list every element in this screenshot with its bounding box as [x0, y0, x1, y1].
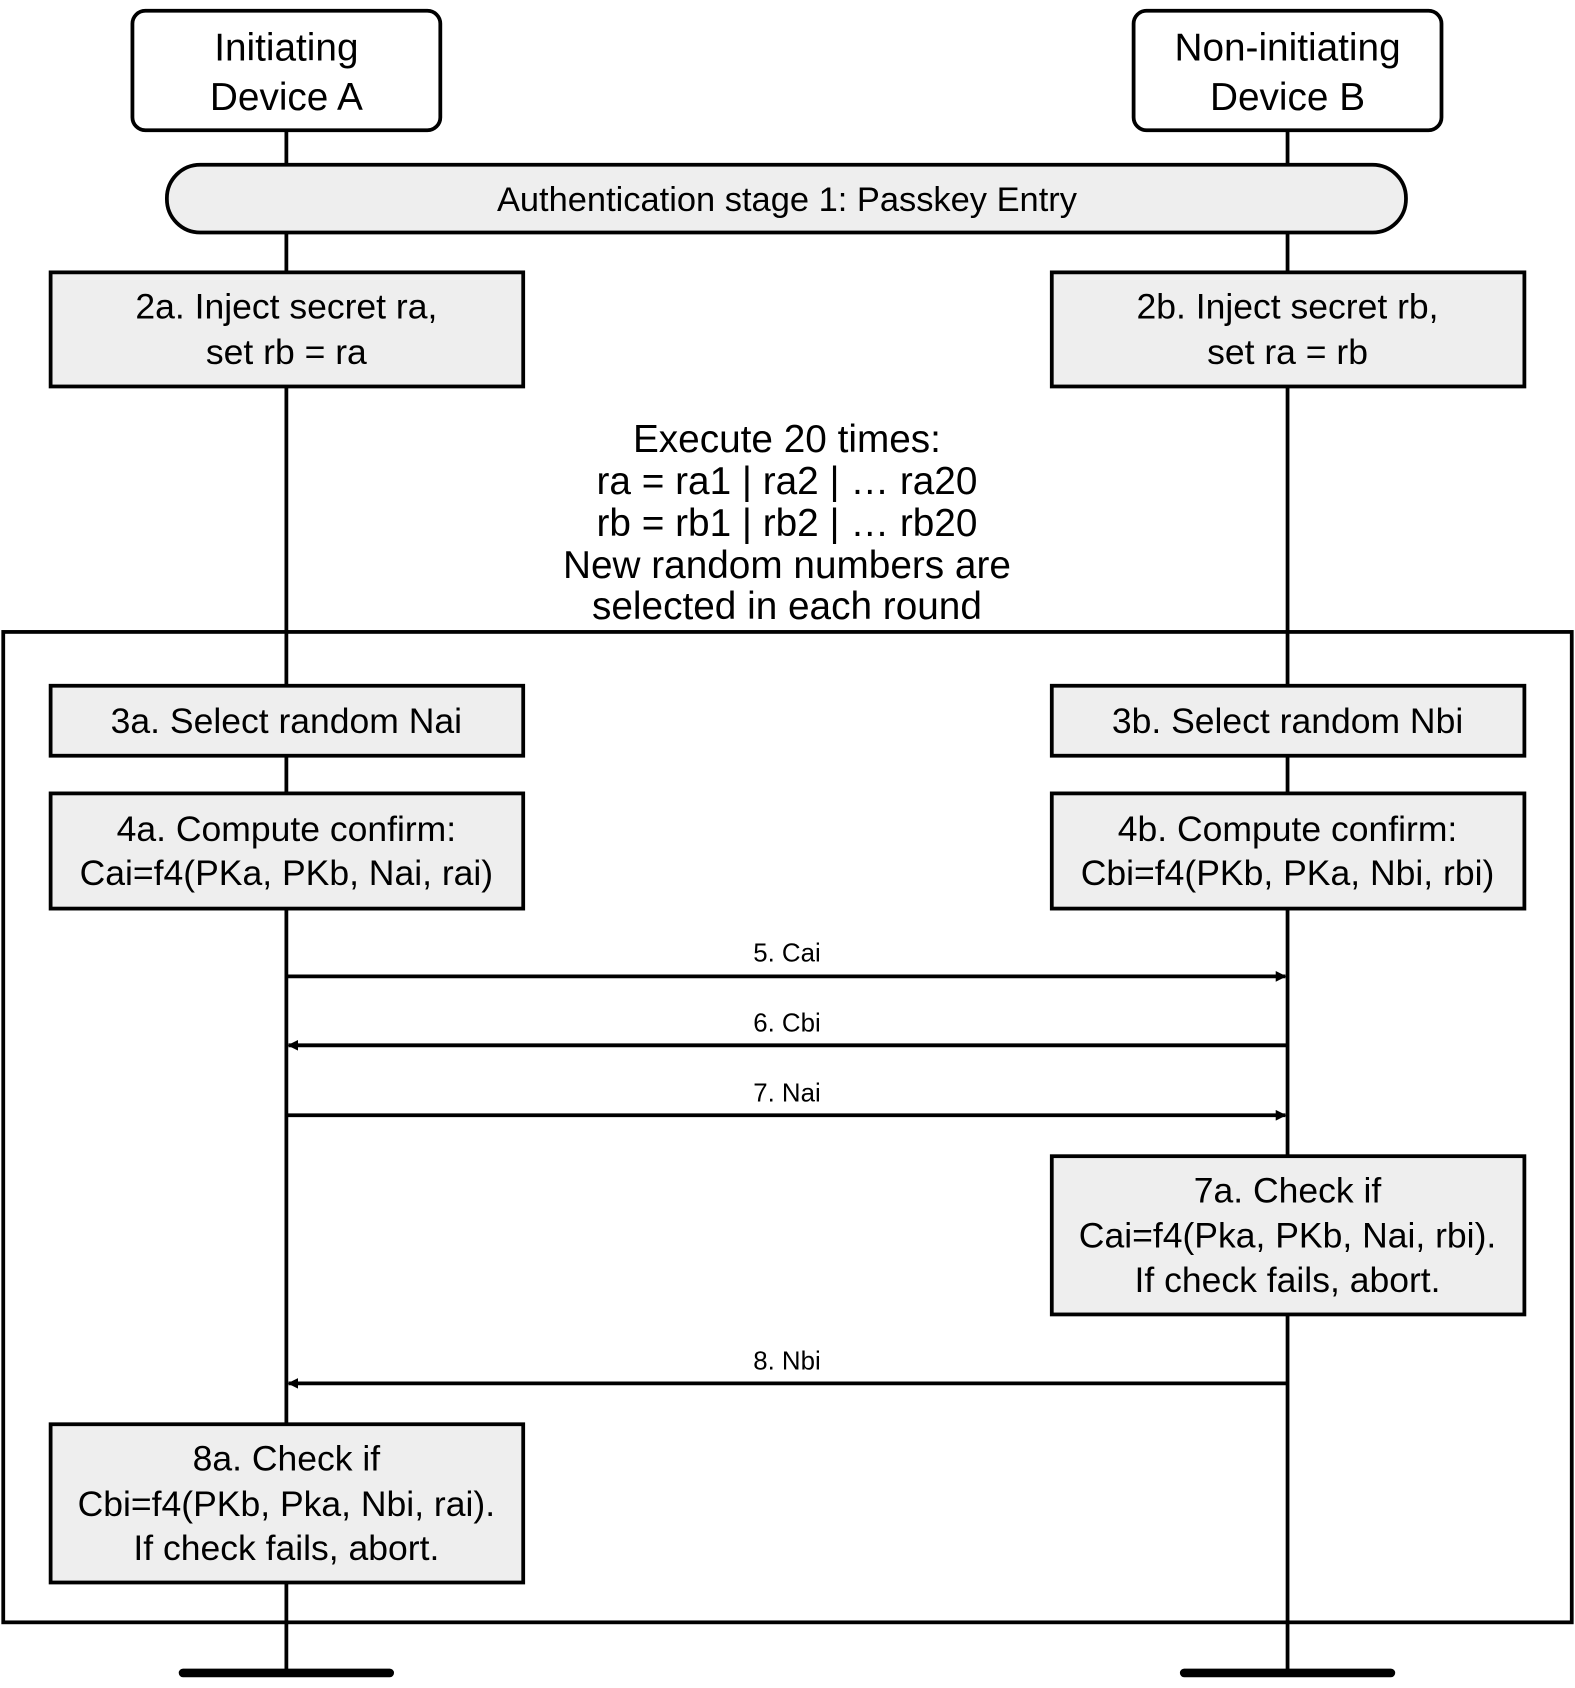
participant-label: Initiating [214, 26, 358, 69]
svg-text:8a. Check if: 8a. Check if [193, 1439, 381, 1479]
svg-text:Cbi=f4(PKb, Pka, Nbi, rai).: Cbi=f4(PKb, Pka, Nbi, rai). [78, 1484, 495, 1524]
step-4a: 4a. Compute confirm: Cai=f4(PKa, PKb, Na… [48, 791, 526, 911]
participant-label: Device A [210, 76, 363, 119]
svg-text:selected in each round: selected in each round [592, 585, 982, 628]
participant-device-a: Initiating Device A [130, 8, 443, 133]
participant-label: Device B [1210, 76, 1365, 119]
step-3b: 3b. Select random Nbi [1049, 683, 1527, 758]
step-7a: 7a. Check if Cai=f4(Pka, PKb, Nai, rbi).… [1049, 1154, 1527, 1317]
svg-text:rb = rb1 | rb2 | … rb20: rb = rb1 | rb2 | … rb20 [597, 502, 978, 545]
message-5: 5. Cai [286, 939, 1287, 982]
svg-text:2a. Inject secret ra,: 2a. Inject secret ra, [135, 287, 437, 327]
svg-text:Cbi=f4(PKb, PKa, Nbi, rbi): Cbi=f4(PKb, PKa, Nbi, rbi) [1081, 853, 1495, 893]
participant-label: Non-initiating [1174, 26, 1400, 69]
svg-text:8. Nbi: 8. Nbi [753, 1347, 820, 1375]
svg-text:Execute 20 times:: Execute 20 times: [633, 418, 941, 461]
step-2a: 2a. Inject secret ra, set rb = ra [48, 270, 526, 389]
step-8a: 8a. Check if Cbi=f4(PKb, Pka, Nbi, rai).… [48, 1422, 526, 1585]
svg-text:New random numbers are: New random numbers are [563, 544, 1011, 587]
svg-text:7a. Check if: 7a. Check if [1194, 1170, 1382, 1210]
step-3a: 3a. Select random Nai [48, 683, 526, 758]
svg-text:3a. Select random Nai: 3a. Select random Nai [111, 701, 462, 741]
svg-text:4a. Compute confirm:: 4a. Compute confirm: [117, 809, 457, 849]
svg-text:3b. Select random Nbi: 3b. Select random Nbi [1112, 701, 1463, 741]
step-2b: 2b. Inject secret rb, set ra = rb [1049, 270, 1527, 389]
svg-text:If check fails, abort.: If check fails, abort. [1135, 1260, 1441, 1300]
sequence-diagram: Initiating Device A Non-initiating Devic… [1, 8, 1574, 1678]
participant-device-b: Non-initiating Device B [1131, 8, 1444, 133]
step-4b: 4b. Compute confirm: Cbi=f4(PKb, PKa, Nb… [1049, 791, 1527, 911]
svg-text:7. Nai: 7. Nai [753, 1079, 820, 1107]
svg-text:5. Cai: 5. Cai [753, 939, 820, 967]
stage-banner: Authentication stage 1: Passkey Entry [164, 162, 1408, 235]
svg-text:2b. Inject secret rb,: 2b. Inject secret rb, [1137, 287, 1439, 327]
svg-text:ra = ra1 | ra2 | … ra20: ra = ra1 | ra2 | … ra20 [597, 460, 978, 503]
svg-text:Cai=f4(PKa, PKb, Nai, rai): Cai=f4(PKa, PKb, Nai, rai) [80, 853, 494, 893]
svg-text:set ra = rb: set ra = rb [1207, 332, 1368, 372]
message-8: 8. Nbi [287, 1347, 1288, 1389]
svg-text:set rb = ra: set rb = ra [206, 332, 367, 372]
message-6: 6. Cbi [287, 1009, 1288, 1051]
svg-text:Cai=f4(Pka, PKb, Nai, rbi).: Cai=f4(Pka, PKb, Nai, rbi). [1079, 1216, 1496, 1256]
loop-description: Execute 20 times: ra = ra1 | ra2 | … ra2… [563, 418, 1011, 628]
svg-text:If check fails, abort.: If check fails, abort. [133, 1528, 439, 1568]
message-7: 7. Nai [286, 1079, 1287, 1121]
stage-label: Authentication stage 1: Passkey Entry [497, 181, 1078, 219]
svg-text:4b. Compute confirm:: 4b. Compute confirm: [1118, 809, 1458, 849]
svg-text:6. Cbi: 6. Cbi [753, 1009, 820, 1037]
